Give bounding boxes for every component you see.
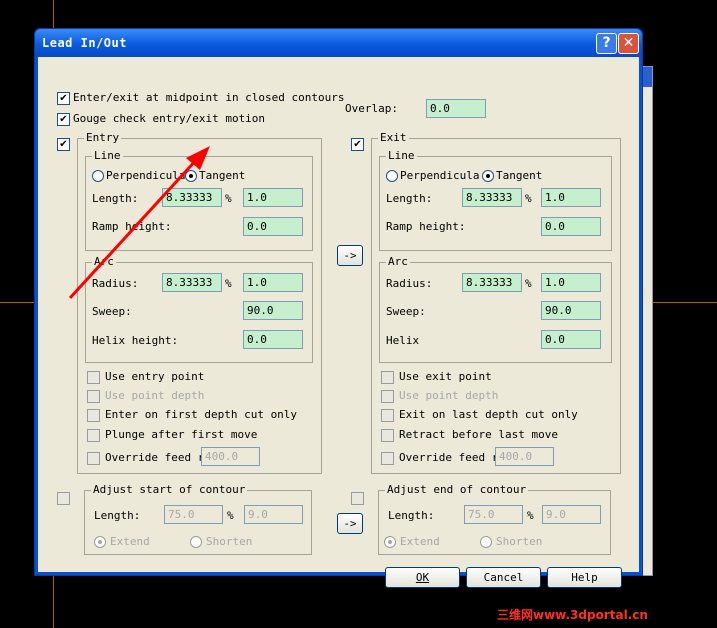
- annotation-arrow: [68, 146, 210, 300]
- watermark-logo: 三维网www.3dportal.cn: [497, 608, 648, 622]
